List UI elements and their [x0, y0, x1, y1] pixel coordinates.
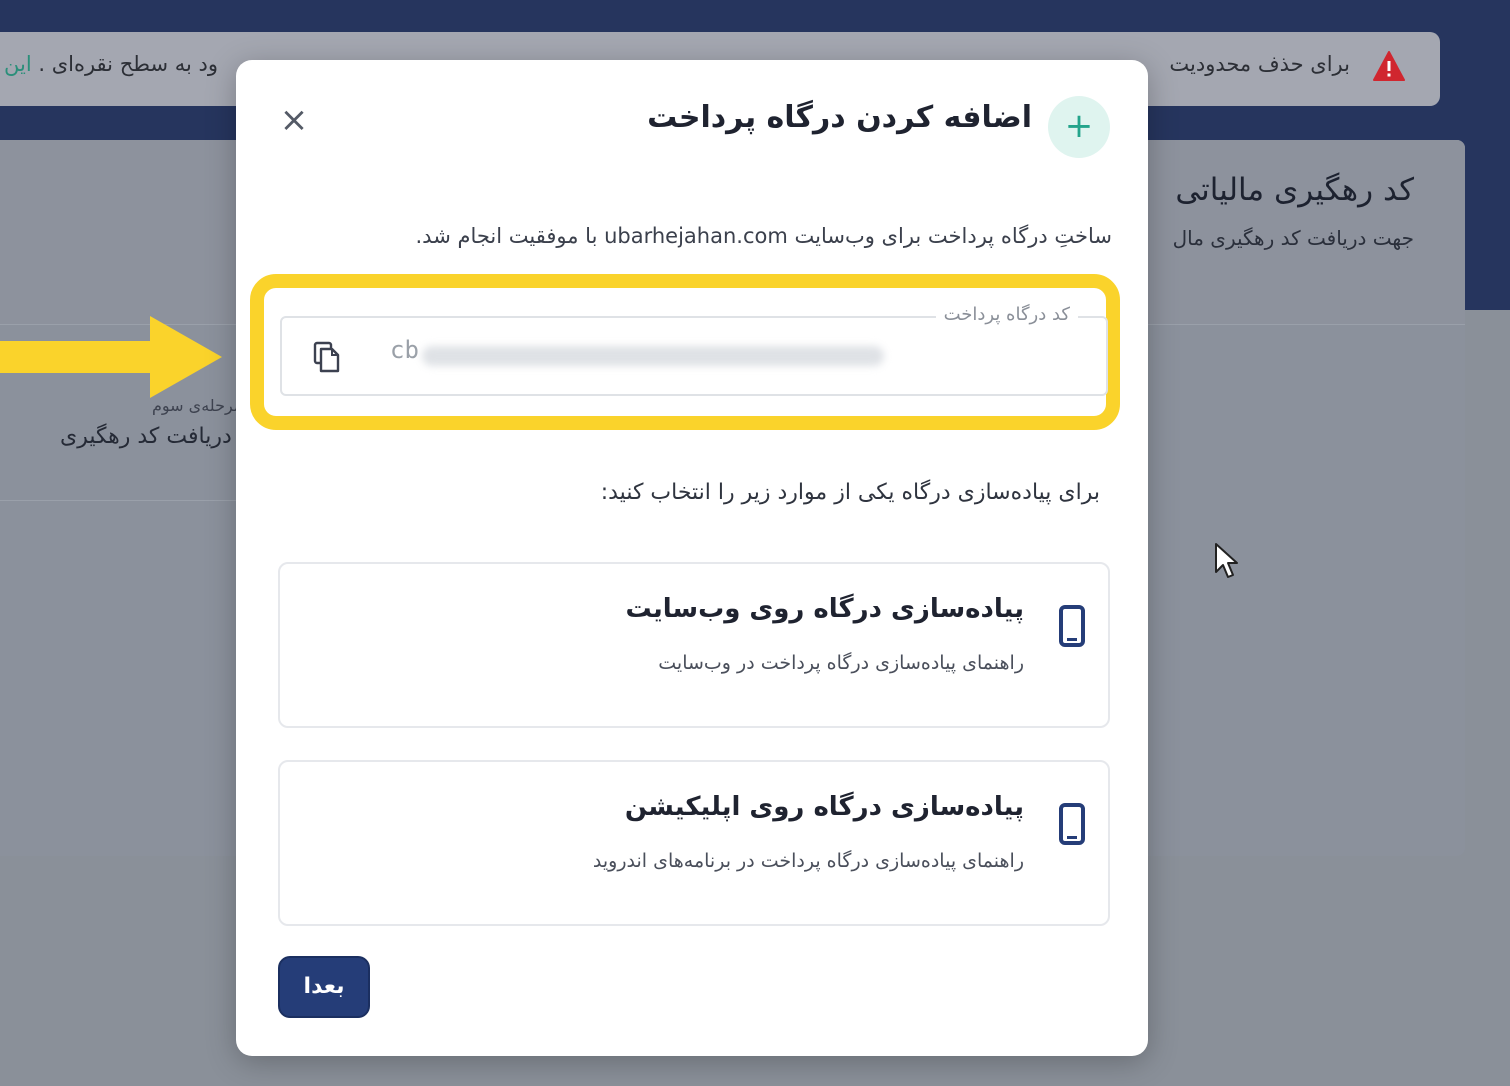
option-title: پیاده‌سازی درگاه روی وب‌سایت — [625, 594, 1024, 624]
step-label: مرحله‌ی سوم — [152, 396, 243, 415]
alert-text-left: ود به سطح نقره‌ای . این — [4, 52, 218, 76]
divider — [0, 500, 240, 501]
annotation-arrow-icon — [0, 316, 222, 398]
phone-icon — [1059, 803, 1085, 845]
option-application[interactable]: پیاده‌سازی درگاه روی اپلیکیشن راهنمای پی… — [278, 760, 1110, 926]
card-title: کد رهگیری مالیاتی — [1175, 172, 1414, 208]
option-description: راهنمای پیاده‌سازی درگاه پرداخت در برنام… — [592, 850, 1024, 872]
success-message: ساختِ درگاه پرداخت برای وب‌سایت ubarheja… — [415, 224, 1113, 248]
later-button[interactable]: بعدا — [278, 956, 370, 1018]
copy-icon[interactable] — [312, 340, 342, 374]
option-title: پیاده‌سازی درگاه روی اپلیکیشن — [624, 792, 1024, 822]
close-icon[interactable]: × — [276, 102, 312, 138]
alert-text-fragment: ود به سطح نقره‌ای . — [31, 52, 219, 76]
step-title: دریافت کد رهگیری — [60, 424, 232, 449]
modal-title: اضافه کردن درگاه پرداخت — [647, 100, 1032, 135]
add-payment-gateway-modal: × + اضافه کردن درگاه پرداخت ساختِ درگاه … — [236, 60, 1148, 1056]
blurred-code — [422, 346, 884, 366]
card-subtitle: جهت دریافت کد رهگیری مال — [1172, 226, 1414, 250]
gateway-code-value: cb — [390, 336, 419, 364]
plus-icon: + — [1048, 96, 1110, 158]
warning-icon — [1373, 51, 1405, 81]
alert-link[interactable]: این — [4, 52, 32, 76]
gateway-code-field[interactable]: کد درگاه پرداخت cb — [280, 304, 1108, 396]
option-website[interactable]: پیاده‌سازی درگاه روی وب‌سایت راهنمای پیا… — [278, 562, 1110, 728]
phone-icon — [1059, 605, 1085, 647]
alert-text: برای حذف محدودیت — [1169, 52, 1350, 76]
option-description: راهنمای پیاده‌سازی درگاه پرداخت در وب‌سا… — [658, 652, 1024, 674]
gateway-code-label: کد درگاه پرداخت — [935, 304, 1078, 325]
mouse-cursor-icon — [1215, 543, 1238, 578]
instruction-text: برای پیاده‌سازی درگاه یکی از موارد زیر ر… — [600, 480, 1100, 505]
